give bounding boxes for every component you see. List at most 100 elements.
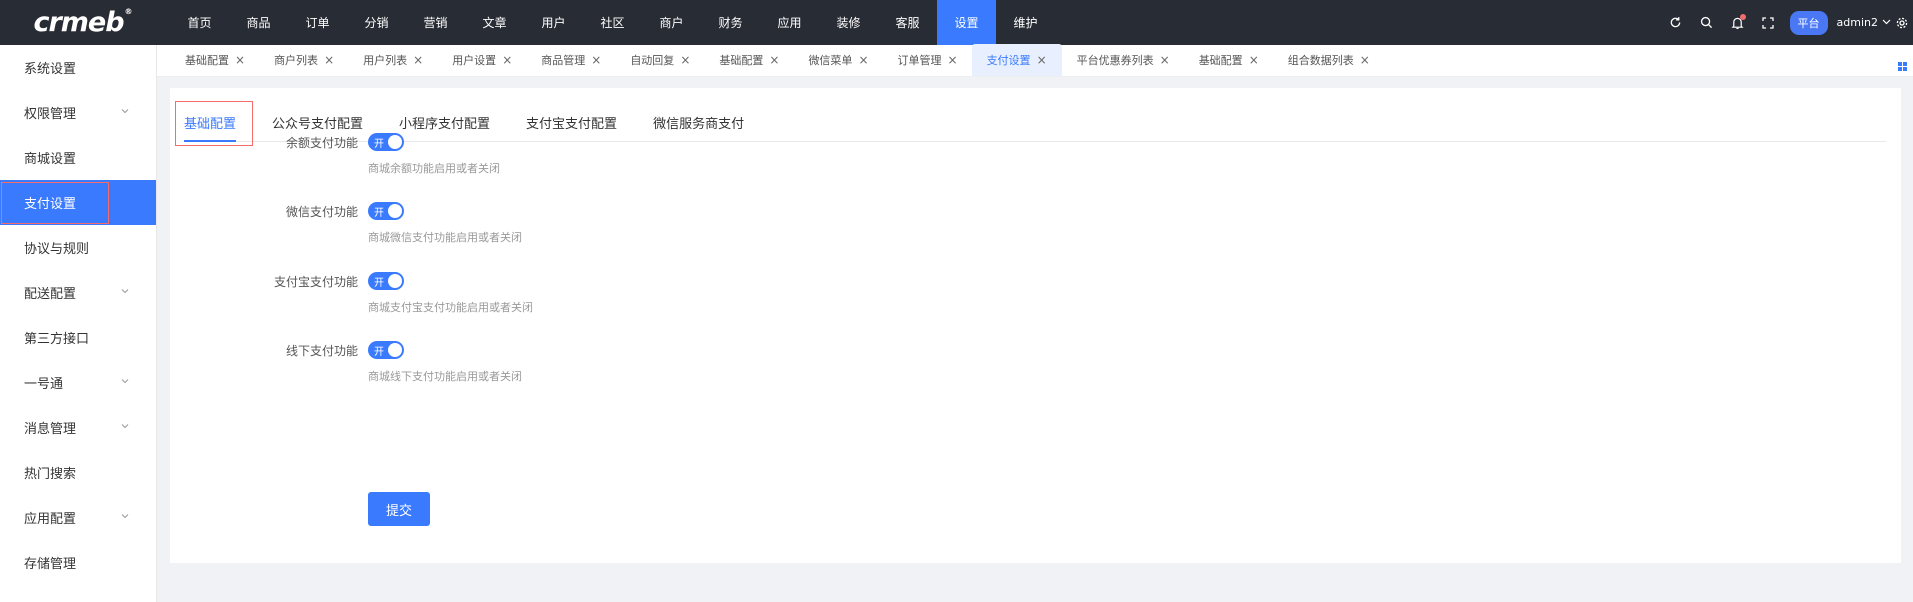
page-tab[interactable]: 平台优惠券列表 × [1062, 44, 1170, 76]
config-tab[interactable]: 微信服务商支付 [653, 102, 744, 142]
config-tab[interactable]: 支付宝支付配置 [526, 102, 617, 142]
sidebar-item-label: 存储管理 [24, 557, 77, 572]
notification-dot [1739, 14, 1746, 20]
search-icon[interactable] [1691, 0, 1722, 45]
sidebar-item[interactable]: 配送配置 [0, 270, 156, 315]
sidebar-item[interactable]: 商城设置 [0, 135, 156, 180]
page-tab[interactable]: 自动回复 × [601, 44, 690, 76]
sidebar-item[interactable]: 第三方接口 [0, 315, 156, 360]
page-tab-label: 基础配置 [185, 54, 229, 67]
topnav-item[interactable]: 应用 [760, 0, 819, 45]
user-name[interactable]: admin2 [1837, 16, 1878, 29]
topnav-item[interactable]: 首页 [170, 0, 229, 45]
topnav-item[interactable]: 订单 [288, 0, 347, 45]
topnav-item[interactable]: 用户 [524, 0, 583, 45]
config-tab[interactable]: 小程序支付配置 [399, 102, 490, 142]
close-icon[interactable]: × [502, 53, 512, 67]
toggle-switch[interactable]: 开 [368, 202, 404, 220]
sidebar-item-label: 系统设置 [24, 62, 77, 77]
top-menu: 首页 商品 订单 分销 营销 文章 用户 社区 商户 财务 应用 装修 客服 设置 维护 [170, 0, 1055, 45]
notification-bell-icon[interactable] [1722, 0, 1753, 45]
chevron-down-icon [121, 424, 129, 429]
topnav-item[interactable]: 财务 [701, 0, 760, 45]
settings-gear-icon[interactable] [1891, 0, 1913, 45]
topnav-item[interactable]: 社区 [583, 0, 642, 45]
close-icon[interactable]: × [1249, 53, 1259, 67]
switch-text: 开 [374, 208, 384, 219]
topnav-item[interactable]: 商品 [229, 0, 288, 45]
close-icon[interactable]: × [413, 53, 423, 67]
sidebar-item[interactable]: 权限管理 [0, 90, 156, 135]
sidebar-item-label: 一号通 [24, 377, 64, 392]
sidebar-item[interactable]: 协议与规则 [0, 225, 156, 270]
sidebar-item[interactable]: 存储管理 [0, 540, 156, 585]
sidebar: 系统设置权限管理商城设置支付设置协议与规则配送配置第三方接口一号通消息管理热门搜… [0, 45, 157, 602]
close-icon[interactable]: × [1160, 53, 1170, 67]
sidebar-item-label: 应用配置 [24, 512, 77, 527]
sidebar-item-label: 配送配置 [24, 287, 77, 302]
page-tab[interactable]: 商户列表 × [245, 44, 334, 76]
top-right-tools: 平台 admin2 [1660, 0, 1913, 45]
topnav-item[interactable]: 客服 [878, 0, 937, 45]
page-tab-label: 平台优惠券列表 [1076, 54, 1154, 67]
page-tab[interactable]: 组合数据列表 × [1259, 44, 1370, 76]
toggle-switch[interactable]: 开 [368, 133, 404, 151]
form-label: 支付宝支付功能 [273, 275, 358, 289]
platform-badge[interactable]: 平台 [1789, 10, 1828, 35]
page-tab[interactable]: 基础配置 × [690, 44, 779, 76]
topnav-item[interactable]: 商户 [642, 0, 701, 45]
page-tab[interactable]: 订单管理 × [869, 44, 958, 76]
page-tab[interactable]: 支付设置 × [971, 44, 1062, 76]
page-tab-label: 自动回复 [630, 54, 675, 67]
submit-button[interactable]: 提交 [368, 492, 430, 526]
page-tab-label: 组合数据列表 [1287, 54, 1354, 67]
page-tab[interactable]: 商品管理 × [512, 44, 601, 76]
toggle-switch[interactable]: 开 [368, 341, 404, 359]
page-tab-label: 商品管理 [541, 54, 586, 67]
sidebar-item-label: 热门搜索 [24, 467, 77, 482]
close-icon[interactable]: × [948, 53, 958, 67]
page-tab[interactable]: 用户设置 × [423, 44, 512, 76]
form-label: 微信支付功能 [285, 205, 358, 219]
toggle-switch[interactable]: 开 [368, 272, 404, 290]
page-tab[interactable]: 微信菜单 × [779, 44, 868, 76]
sidebar-item[interactable]: 一号通 [0, 360, 156, 405]
fullscreen-icon[interactable] [1753, 0, 1784, 45]
topnav-item[interactable]: 装修 [819, 0, 878, 45]
help-text: 商城余额功能启用或者关闭 [368, 162, 500, 175]
page-tab-label: 基础配置 [719, 54, 764, 67]
close-icon[interactable]: × [235, 53, 245, 67]
topnav-item[interactable]: 分销 [347, 0, 406, 45]
sidebar-item[interactable]: 消息管理 [0, 405, 156, 450]
sidebar-item[interactable]: 应用配置 [0, 495, 156, 540]
close-icon[interactable]: × [1360, 53, 1370, 67]
page-tab[interactable]: 基础配置 × [1170, 44, 1259, 76]
close-icon[interactable]: × [680, 53, 690, 67]
sidebar-item-label: 权限管理 [24, 107, 77, 122]
sidebar-item-label: 支付设置 [24, 197, 77, 212]
page-tab-label: 商户列表 [274, 54, 319, 67]
topnav-item[interactable]: 营销 [406, 0, 465, 45]
chevron-down-icon[interactable] [1882, 17, 1891, 28]
sidebar-item[interactable]: 支付设置 [0, 180, 156, 225]
refresh-icon[interactable] [1660, 0, 1691, 45]
page-tab[interactable]: 基础配置 × [157, 44, 245, 76]
topnav-item[interactable]: 维护 [996, 0, 1055, 45]
switch-knob [388, 274, 402, 288]
form-label: 线下支付功能 [285, 344, 358, 358]
topnav-item[interactable]: 文章 [465, 0, 524, 45]
topnav-item[interactable]: 设置 [937, 0, 996, 45]
close-icon[interactable]: × [591, 53, 601, 67]
close-icon[interactable]: × [324, 53, 334, 67]
tab-menu-grid-icon[interactable] [1898, 56, 1907, 75]
close-icon[interactable]: × [1037, 53, 1047, 67]
sidebar-item[interactable]: 热门搜索 [0, 450, 156, 495]
help-text: 商城线下支付功能启用或者关闭 [368, 370, 522, 383]
page-tab[interactable]: 用户列表 × [334, 44, 423, 76]
close-icon[interactable]: × [769, 53, 779, 67]
sidebar-item[interactable]: 系统设置 [0, 45, 156, 90]
logo[interactable]: crmeb ® [0, 0, 157, 45]
page-tab-label: 支付设置 [986, 54, 1031, 67]
close-icon[interactable]: × [858, 53, 868, 67]
page-tab-label: 用户设置 [452, 54, 497, 67]
